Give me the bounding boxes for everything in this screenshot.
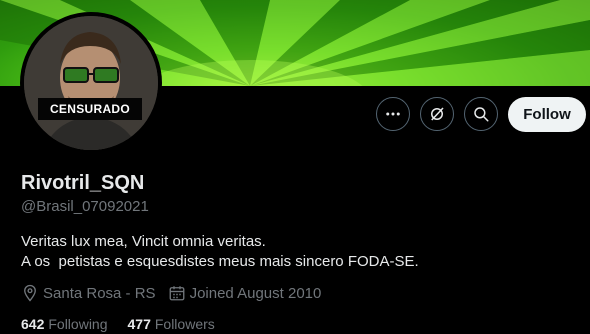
followers-label: Followers — [154, 316, 215, 332]
search-icon — [474, 107, 489, 122]
search-profile-button[interactable] — [464, 97, 498, 131]
following-count: 642 — [21, 316, 45, 332]
grok-button[interactable] — [420, 97, 454, 131]
grok-icon — [431, 107, 444, 121]
avatar-photo: CENSURADO — [24, 16, 158, 150]
profile-location: Santa Rosa - RS — [21, 284, 156, 302]
avatar-censored-badge: CENSURADO — [38, 98, 142, 120]
profile-bio: Veritas lux mea, Vincit omnia veritas. A … — [21, 232, 419, 272]
followers-count: 477 — [127, 316, 151, 332]
location-pin-icon — [24, 284, 36, 302]
bio-line-1: Veritas lux mea, Vincit omnia veritas. — [21, 233, 266, 250]
bio-line-2: A os petistas e esquesdistes meus mais s… — [21, 253, 419, 270]
profile-joined-date: Joined August 2010 — [168, 284, 322, 302]
calendar-icon — [169, 286, 184, 301]
profile-handle: @Brasil_07092021 — [21, 198, 149, 215]
profile-display-name: Rivotril_SQN — [21, 172, 145, 194]
profile-avatar[interactable]: CENSURADO — [20, 12, 162, 154]
profile-meta: Santa Rosa - RS Joined August 2010 — [21, 284, 333, 302]
joined-text: Joined August 2010 — [189, 284, 322, 302]
more-options-button[interactable] — [376, 97, 410, 131]
follow-button[interactable]: Follow — [508, 97, 586, 132]
followers-link[interactable]: 477 Followers — [128, 316, 215, 332]
following-label: Following — [48, 316, 108, 332]
following-link[interactable]: 642 Following — [21, 316, 108, 332]
profile-stats: 642 Following 477 Followers — [21, 316, 235, 332]
avatar-face-graphic — [24, 16, 158, 150]
location-text: Santa Rosa - RS — [43, 284, 156, 302]
more-horizontal-icon — [386, 112, 400, 116]
